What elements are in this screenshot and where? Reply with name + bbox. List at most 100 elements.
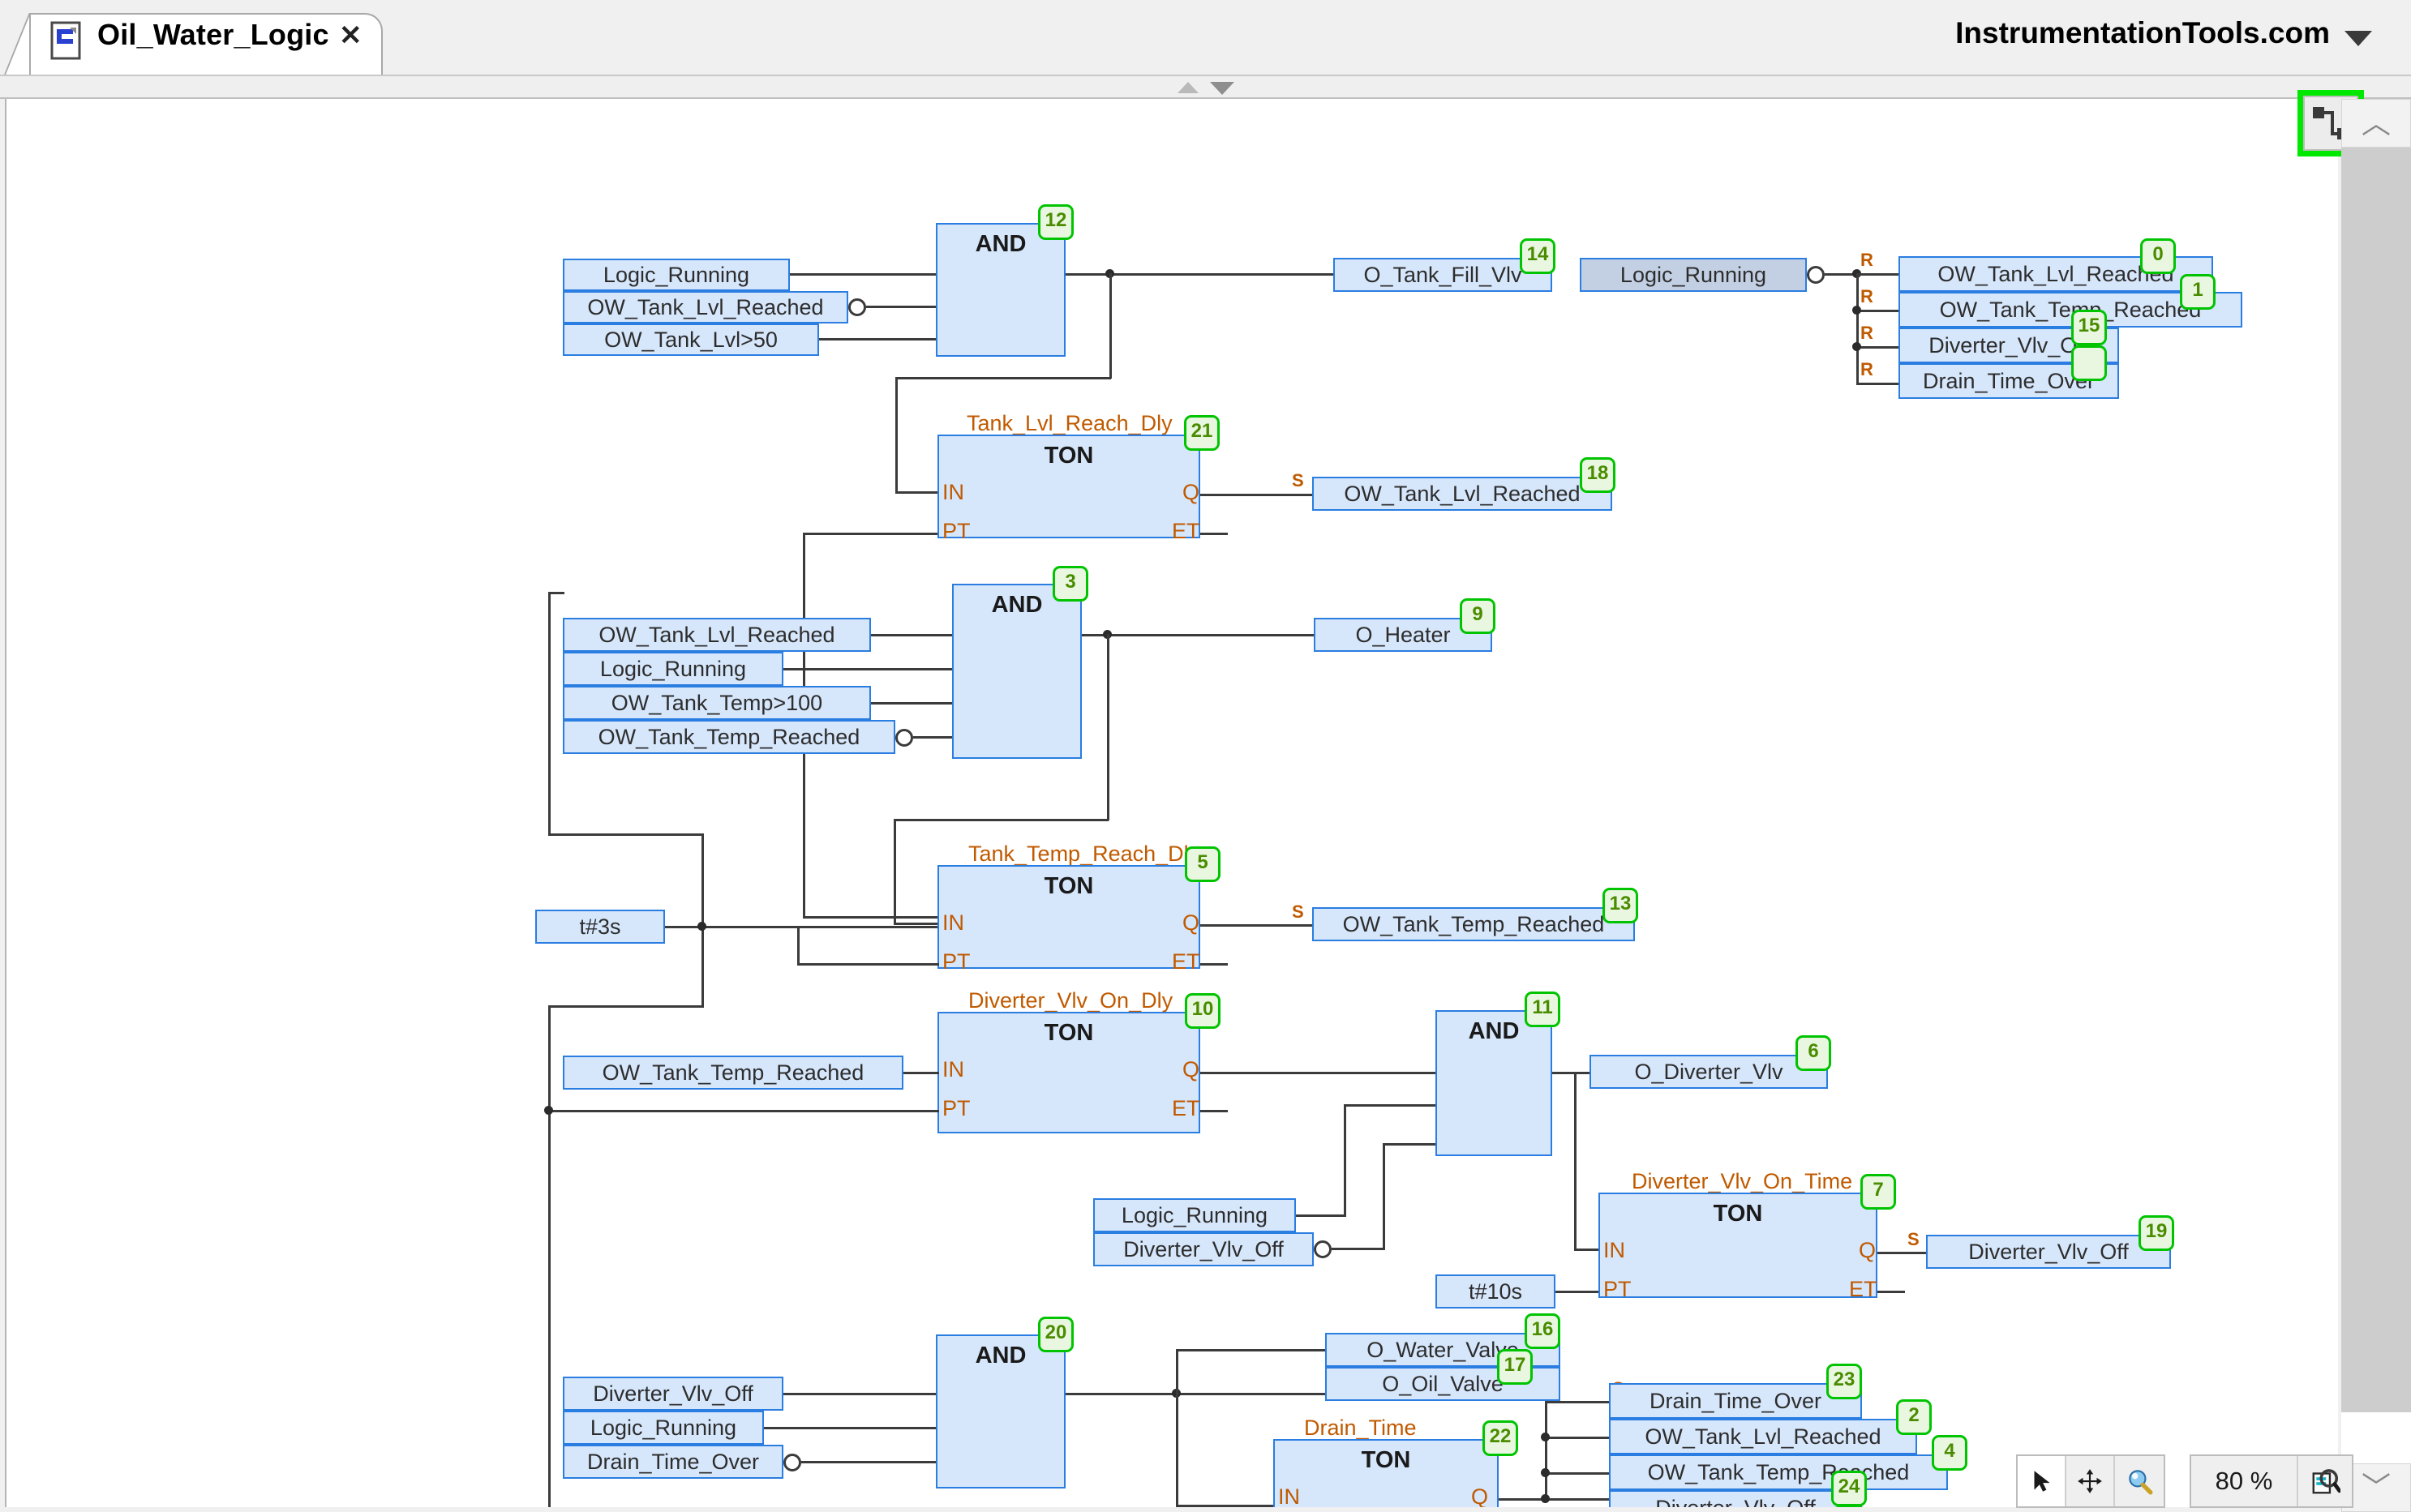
block-number-18: 18 <box>1580 457 1615 493</box>
scroll-thumb[interactable] <box>2341 148 2411 1412</box>
pin-q: Q <box>1859 1238 1877 1262</box>
var-logic-running-4[interactable]: Logic_Running <box>563 1411 764 1445</box>
var-logic-running-2[interactable]: Logic_Running <box>563 652 783 686</box>
ton-block-label: TON <box>1044 1020 1094 1046</box>
reset-marker-blank: R <box>1860 359 1873 379</box>
set-marker-19: S <box>1907 1229 1920 1249</box>
var-logic-running-1[interactable]: Logic_Running <box>563 259 790 291</box>
pin-in: IN <box>942 480 964 504</box>
coil-ow-tank-lvl-reached-2[interactable]: OW_Tank_Lvl_Reached <box>1609 1419 1917 1454</box>
ton-block-label: TON <box>1361 1447 1411 1473</box>
var-diverter-off-3[interactable]: Diverter_Vlv_Off <box>563 1377 783 1411</box>
var-drain-over-neg[interactable]: Drain_Time_Over <box>563 1445 783 1479</box>
fb-instance-tank-temp-reach-dly: Tank_Temp_Reach_Dly <box>968 842 1200 866</box>
wire <box>797 926 800 965</box>
wire <box>764 1427 936 1429</box>
chevron-down-icon[interactable] <box>2345 31 2372 46</box>
negate-bubble <box>1807 266 1825 284</box>
coil-ow-tank-temp-reached-4[interactable]: OW_Tank_Temp_Reached <box>1609 1454 1948 1490</box>
reset-marker-0: R <box>1860 250 1873 270</box>
var-lvl-reached-1[interactable]: OW_Tank_Lvl_Reached <box>563 291 848 323</box>
wire <box>1856 383 1898 385</box>
coil-ow-tank-lvl-reached-18[interactable]: OW_Tank_Lvl_Reached <box>1312 477 1612 511</box>
fb-instance-diverter-vlv-on-time: Diverter_Vlv_On_Time <box>1632 1169 1853 1193</box>
wire <box>1856 346 1898 349</box>
wire <box>1877 1252 1926 1254</box>
block-number-21: 21 <box>1184 415 1220 451</box>
block-number-9: 9 <box>1460 598 1495 634</box>
const-t10s[interactable]: t#10s <box>1435 1274 1555 1309</box>
wire <box>1107 634 1109 820</box>
wire <box>548 1005 704 1008</box>
scroll-up-button[interactable]: ︿ <box>2341 99 2411 148</box>
wire <box>783 668 952 670</box>
set-marker-13: S <box>1292 902 1304 922</box>
tab-close-button[interactable]: ✕ <box>339 19 363 52</box>
wire-junction <box>1541 1468 1550 1477</box>
wire <box>913 736 952 739</box>
pin-in: IN <box>942 1057 964 1082</box>
wire <box>894 819 896 924</box>
var-temp-gt100[interactable]: OW_Tank_Temp>100 <box>563 686 871 720</box>
vertical-scrollbar[interactable]: ︿ ﹀ <box>2341 99 2411 1512</box>
block-number-14: 14 <box>1520 238 1555 274</box>
chevron-down-icon[interactable] <box>1210 82 1234 95</box>
wire-rail <box>548 592 551 835</box>
pin-in: IN <box>1278 1484 1300 1507</box>
zoom-control-group: 80 % <box>2190 1454 2353 1508</box>
wire <box>783 1393 936 1395</box>
zoom-level-value[interactable]: 80 % <box>2191 1456 2298 1506</box>
negate-bubble <box>895 729 913 747</box>
ton-block-label: TON <box>1713 1201 1763 1227</box>
coil-diverter-vlv-off-19[interactable]: Diverter_Vlv_Off <box>1926 1235 2171 1269</box>
wire <box>1344 1104 1346 1214</box>
pan-tool-button[interactable] <box>2066 1456 2115 1506</box>
var-logic-running-3[interactable]: Logic_Running <box>1093 1198 1296 1232</box>
zoom-tool-button[interactable] <box>2115 1456 2164 1506</box>
pointer-tool-button[interactable] <box>2018 1456 2066 1506</box>
var-temp-reached-in[interactable]: OW_Tank_Temp_Reached <box>563 1056 903 1090</box>
var-lvl-gt50[interactable]: OW_Tank_Lvl>50 <box>563 323 819 356</box>
const-t3s[interactable]: t#3s <box>535 910 665 944</box>
zoom-fit-icon <box>2312 1469 2340 1494</box>
fb-instance-drain-time: Drain_Time <box>1304 1416 1417 1440</box>
scroll-track[interactable] <box>2341 148 2411 1463</box>
var-logic-running-reset[interactable]: Logic_Running <box>1580 258 1807 292</box>
block-number-22: 22 <box>1482 1420 1518 1456</box>
zoom-fit-button[interactable] <box>2298 1456 2352 1506</box>
coil-ow-tank-temp-reached-13[interactable]: OW_Tank_Temp_Reached <box>1312 907 1635 941</box>
wire <box>819 338 936 341</box>
wire <box>1545 1472 1609 1475</box>
coil-drain-time-over-23[interactable]: Drain_Time_Over <box>1609 1383 1862 1419</box>
negate-bubble <box>848 298 866 316</box>
var-o-diverter-vlv[interactable]: O_Diverter_Vlv <box>1589 1055 1828 1089</box>
splitter-bar[interactable] <box>0 76 2411 99</box>
pin-et: ET <box>1172 1096 1200 1120</box>
block-number-4: 4 <box>1932 1435 1967 1471</box>
wire <box>1109 273 1112 379</box>
var-lvl-reached-2[interactable]: OW_Tank_Lvl_Reached <box>563 618 871 652</box>
pin-pt: PT <box>942 1096 971 1120</box>
wire-et-stub <box>1200 1110 1228 1112</box>
wire <box>1856 273 1898 276</box>
var-temp-reached-neg[interactable]: OW_Tank_Temp_Reached <box>563 720 895 754</box>
wire <box>895 491 939 494</box>
chevron-up-icon[interactable] <box>1178 82 1199 93</box>
wire <box>1545 1401 1609 1403</box>
wire <box>548 592 564 594</box>
wire <box>1545 1498 1609 1501</box>
var-diverter-off-neg[interactable]: Diverter_Vlv_Off <box>1093 1232 1314 1266</box>
wire <box>801 1461 936 1463</box>
wire <box>1332 1248 1385 1250</box>
wire <box>1499 1498 1547 1501</box>
wire <box>871 634 952 636</box>
wire <box>548 1110 939 1112</box>
wire <box>1545 1401 1547 1498</box>
fbd-canvas[interactable]: Inst Tools Logic_Running OW_Tank_Lvl_Rea… <box>5 99 2338 1507</box>
pin-pt: PT <box>1603 1277 1632 1301</box>
block-number-5: 5 <box>1185 846 1221 882</box>
tab-label: Oil_Water_Logic <box>97 18 329 51</box>
coil-diverter-vlv-off-24[interactable]: Diverter_Vlv_Off <box>1609 1490 1862 1507</box>
reset-marker-15: R <box>1860 323 1873 343</box>
tool-button-group <box>2016 1454 2165 1508</box>
